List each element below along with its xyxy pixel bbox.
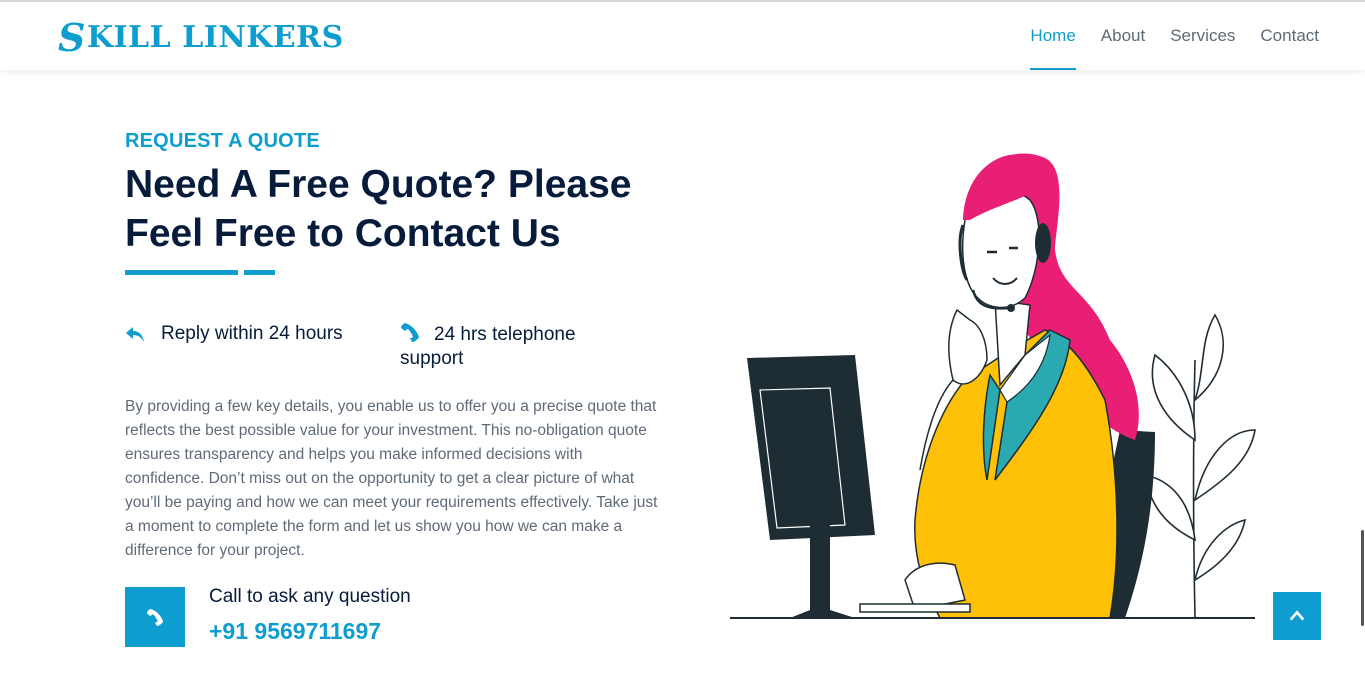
section-eyebrow: REQUEST A QUOTE — [125, 130, 320, 152]
nav-contact[interactable]: Contact — [1260, 2, 1319, 70]
section-title: Need A Free Quote? Please Feel Free to C… — [125, 163, 632, 255]
feature-reply-label: Reply within 24 hours — [161, 323, 343, 344]
title-underline — [125, 270, 238, 275]
phone-icon — [401, 323, 419, 342]
main-nav: Home About Services Contact — [1030, 2, 1319, 70]
back-to-top-button[interactable] — [1273, 592, 1321, 640]
feature-phone: 24 hrs telephone support — [400, 322, 620, 371]
title-underline-accent — [244, 270, 275, 275]
phone-number[interactable]: +91 9569711697 — [209, 618, 381, 645]
nav-about[interactable]: About — [1101, 2, 1145, 70]
chevron-up-icon — [1289, 610, 1305, 621]
scrollbar[interactable] — [1361, 530, 1364, 626]
phone-icon — [146, 608, 164, 626]
logo-letter: S — [58, 14, 86, 60]
description-paragraph: By providing a few key details, you enab… — [125, 398, 658, 559]
logo-text: KILL LINKERS — [86, 19, 344, 55]
nav-services[interactable]: Services — [1170, 2, 1235, 70]
logo[interactable]: S KILL LINKERS — [58, 14, 344, 60]
customer-support-illustration — [730, 153, 1256, 619]
call-label: Call to ask any question — [209, 586, 411, 607]
nav-home[interactable]: Home — [1030, 2, 1076, 70]
feature-reply: Reply within 24 hours — [125, 322, 343, 346]
reply-icon — [126, 327, 144, 342]
feature-phone-label: 24 hrs telephone support — [400, 324, 576, 369]
call-button[interactable] — [125, 587, 185, 647]
site-header: S KILL LINKERS Home About Services Contac… — [0, 2, 1365, 70]
